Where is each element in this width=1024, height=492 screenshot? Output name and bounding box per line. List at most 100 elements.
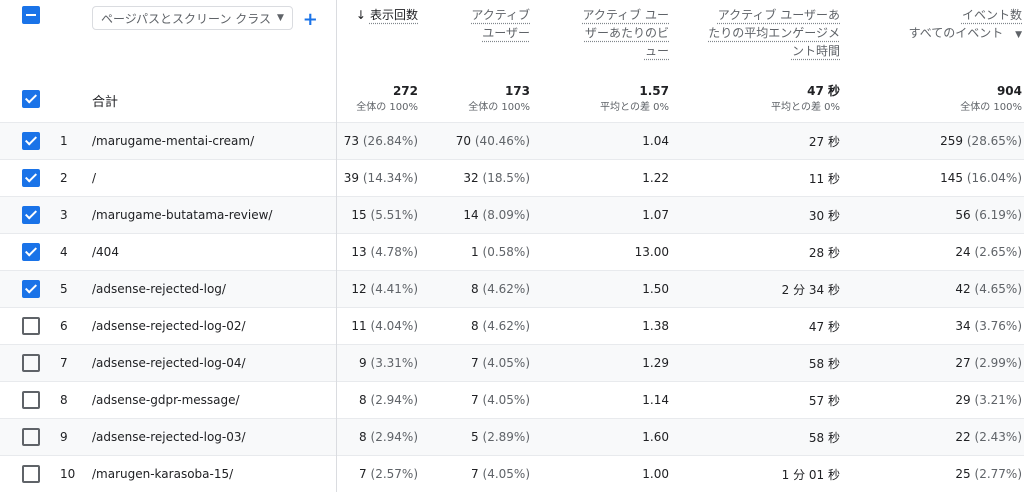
page-path[interactable]: /marugame-mentai-cream/ xyxy=(78,122,337,160)
page-path[interactable]: /adsense-rejected-log/ xyxy=(78,270,337,308)
row-index: 10 xyxy=(46,455,78,492)
events-pct: (3.21%) xyxy=(974,393,1022,407)
events-value: 25 xyxy=(955,467,971,481)
row-index: 4 xyxy=(46,233,78,271)
table-row[interactable]: 9/adsense-rejected-log-03/8 (2.94%) 5 (2.… xyxy=(0,418,1024,456)
users-pct: (4.62%) xyxy=(482,319,530,333)
events-value: 29 xyxy=(955,393,971,407)
views-per-user-value: 1.29 xyxy=(642,356,669,370)
dimension-selector[interactable]: ページパスとスクリーン クラス ▼ xyxy=(92,6,293,30)
table-row[interactable]: 1/marugame-mentai-cream/73 (26.84%) 70 (4… xyxy=(0,122,1024,160)
events-value: 145 xyxy=(940,171,964,185)
events-pct: (16.04%) xyxy=(966,171,1022,185)
users-value: 8 xyxy=(471,282,479,296)
views-per-user-value: 1.38 xyxy=(642,319,669,333)
views-pct: (2.57%) xyxy=(370,467,418,481)
table-row[interactable]: 7/adsense-rejected-log-04/9 (3.31%) 7 (4.… xyxy=(0,344,1024,382)
views-pct: (5.51%) xyxy=(370,208,418,222)
views-value: 39 xyxy=(343,171,360,185)
users-value: 32 xyxy=(463,171,479,185)
table-row[interactable]: 8/adsense-gdpr-message/8 (2.94%) 7 (4.05%… xyxy=(0,381,1024,419)
totals-checkbox[interactable] xyxy=(22,89,40,108)
views-value: 7 xyxy=(359,467,367,481)
row-checkbox[interactable] xyxy=(22,280,40,298)
page-path[interactable]: /404 xyxy=(78,233,337,271)
users-value: 7 xyxy=(471,467,479,481)
row-checkbox[interactable] xyxy=(22,428,40,446)
events-value: 27 xyxy=(955,356,971,370)
views-pct: (2.94%) xyxy=(370,393,418,407)
table-row[interactable]: 6/adsense-rejected-log-02/11 (4.04%) 8 (4… xyxy=(0,307,1024,345)
total-active-users-sub: 全体の 100% xyxy=(468,102,530,113)
events-pct: (4.65%) xyxy=(974,282,1022,296)
engagement-value: 47 秒 xyxy=(808,319,840,334)
events-pct: (2.43%) xyxy=(974,430,1022,444)
row-index: 1 xyxy=(46,122,78,160)
total-views-per-user-sub: 平均との差 0% xyxy=(600,102,669,113)
page-path[interactable]: / xyxy=(78,159,337,197)
views-per-user-value: 1.00 xyxy=(642,467,669,481)
row-index: 3 xyxy=(46,196,78,234)
total-events-sub: 全体の 100% xyxy=(960,102,1022,113)
views-pct: (26.84%) xyxy=(362,134,418,148)
total-views-per-user: 1.57 xyxy=(639,84,669,98)
report-table: ページパスとスクリーン クラス ▼ + ↓ 表示回数 アクティブ ユーザー アク… xyxy=(0,0,1024,492)
select-all-checkbox[interactable] xyxy=(22,6,40,24)
row-checkbox[interactable] xyxy=(22,391,40,409)
users-pct: (4.05%) xyxy=(482,467,530,481)
row-checkbox[interactable] xyxy=(22,169,40,187)
users-value: 70 xyxy=(455,134,472,148)
column-header-events[interactable]: イベント数 すべてのイベント ▼ xyxy=(846,0,1024,74)
views-per-user-value: 1.14 xyxy=(642,393,669,407)
events-value: 22 xyxy=(955,430,971,444)
table-row[interactable]: 5/adsense-rejected-log/12 (4.41%) 8 (4.62… xyxy=(0,270,1024,308)
column-header-views-per-user[interactable]: アクティブ ユーザーあたりのビュー xyxy=(536,0,675,74)
engagement-value: 58 秒 xyxy=(808,356,840,371)
users-value: 7 xyxy=(471,393,479,407)
events-pct: (2.99%) xyxy=(974,356,1022,370)
views-value: 8 xyxy=(359,393,367,407)
row-checkbox[interactable] xyxy=(22,243,40,261)
column-header-avg-engagement[interactable]: アクティブ ユーザーあたりの平均エンゲージメント時間 xyxy=(675,0,846,74)
total-events: 904 xyxy=(996,84,1022,98)
engagement-value: 1 分 01 秒 xyxy=(781,467,840,482)
page-path[interactable]: /adsense-gdpr-message/ xyxy=(78,381,337,419)
events-value: 34 xyxy=(955,319,971,333)
users-pct: (40.46%) xyxy=(474,134,530,148)
header-row: ページパスとスクリーン クラス ▼ + ↓ 表示回数 アクティブ ユーザー アク… xyxy=(0,0,1024,74)
views-value: 8 xyxy=(359,430,367,444)
plus-icon[interactable]: + xyxy=(303,9,318,30)
page-path[interactable]: /adsense-rejected-log-04/ xyxy=(78,344,337,382)
engagement-value: 11 秒 xyxy=(808,171,840,186)
views-value: 11 xyxy=(351,319,367,333)
row-checkbox[interactable] xyxy=(22,354,40,372)
users-value: 8 xyxy=(471,319,479,333)
table-row[interactable]: 10/marugen-karasoba-15/7 (2.57%) 7 (4.05%… xyxy=(0,455,1024,492)
row-checkbox[interactable] xyxy=(22,465,40,483)
column-header-active-users[interactable]: アクティブ ユーザー xyxy=(424,0,536,74)
views-value: 12 xyxy=(351,282,367,296)
views-pct: (4.78%) xyxy=(370,245,418,259)
table-row[interactable]: 2/ 39 (14.34%) 32 (18.5%) 1.22 11 秒 145 (16.0… xyxy=(0,159,1024,197)
column-header-views[interactable]: ↓ 表示回数 xyxy=(336,0,424,74)
page-path[interactable]: /marugen-karasoba-15/ xyxy=(78,455,337,492)
row-index: 5 xyxy=(46,270,78,308)
users-value: 1 xyxy=(471,245,479,259)
row-checkbox[interactable] xyxy=(22,317,40,335)
users-pct: (8.09%) xyxy=(482,208,530,222)
total-views-sub: 全体の 100% xyxy=(356,102,418,113)
events-value: 259 xyxy=(940,134,964,148)
table-row[interactable]: 4/404 13 (4.78%) 1 (0.58%) 13.00 28 秒 24 (2.6… xyxy=(0,233,1024,271)
views-pct: (4.41%) xyxy=(370,282,418,296)
engagement-value: 28 秒 xyxy=(808,245,840,260)
row-checkbox[interactable] xyxy=(22,206,40,224)
events-value: 56 xyxy=(955,208,971,222)
page-path[interactable]: /adsense-rejected-log-03/ xyxy=(78,418,337,456)
page-path[interactable]: /adsense-rejected-log-02/ xyxy=(78,307,337,345)
table-row[interactable]: 3/marugame-butatama-review/15 (5.51%) 14 … xyxy=(0,196,1024,234)
row-checkbox[interactable] xyxy=(22,132,40,150)
event-filter-dropdown[interactable]: すべてのイベント ▼ xyxy=(846,24,1022,44)
users-value: 14 xyxy=(463,208,479,222)
page-path[interactable]: /marugame-butatama-review/ xyxy=(78,196,337,234)
views-per-user-value: 1.22 xyxy=(642,171,669,185)
